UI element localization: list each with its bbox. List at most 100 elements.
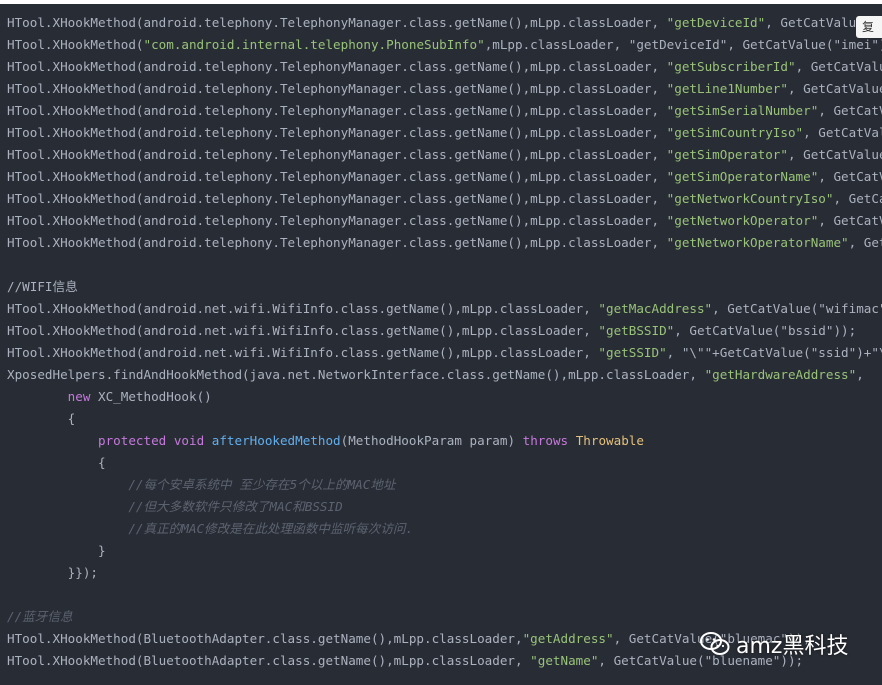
code-string: "getAddress" <box>522 631 614 646</box>
code-string: "getSimOperator" <box>666 147 788 162</box>
code-string: "getSimSerialNumber" <box>666 103 819 118</box>
code-text: HTool.XHookMethod(android.telephony.Tele… <box>7 169 667 184</box>
code-line: } <box>7 540 882 562</box>
code-line: HTool.XHookMethod(android.telephony.Tele… <box>7 188 882 210</box>
code-line: XposedHelpers.findAndHookMethod(java.net… <box>7 364 882 386</box>
code-keyword: throws <box>522 433 569 448</box>
code-line: HTool.XHookMethod(android.telephony.Tele… <box>7 210 882 232</box>
code-line: HTool.XHookMethod(android.telephony.Tele… <box>7 100 882 122</box>
code-string: "com.android.internal.telephony.PhoneSub… <box>143 37 485 52</box>
code-text: , <box>856 367 864 382</box>
code-text: , GetCatValue("simoperator")); <box>787 147 882 162</box>
code-text: , GetCatValue("simcountry")); <box>803 125 882 140</box>
code-string: "getNetworkCountryIso" <box>666 191 834 206</box>
code-text: , GetCatValue("networkoperator")); <box>818 213 882 228</box>
code-line: HTool.XHookMethod(android.telephony.Tele… <box>7 12 882 34</box>
code-text: (MethodHookParam param) <box>340 433 523 448</box>
code-line: HTool.XHookMethod(android.telephony.Tele… <box>7 122 882 144</box>
code-line: HTool.XHookMethod(android.telephony.Tele… <box>7 56 882 78</box>
code-text: HTool.XHookMethod(android.net.wifi.WifiI… <box>7 345 599 360</box>
code-line: }}); <box>7 562 882 584</box>
code-text: , GetCatValue("number")); <box>787 81 882 96</box>
code-string: "getLine1Number" <box>666 81 788 96</box>
code-text: { <box>7 411 76 426</box>
code-comment: //蓝牙信息 <box>7 609 73 624</box>
code-text: , "\""+GetCatValue("ssid")+"\""); <box>666 345 882 360</box>
code-line: HTool.XHookMethod(android.telephony.Tele… <box>7 166 882 188</box>
code-text: { <box>7 455 106 470</box>
code-string: "getName" <box>530 653 599 668</box>
code-text: , GetCatValue("imsi")); <box>795 59 882 74</box>
code-text: HTool.XHookMethod(android.telephony.Tele… <box>7 15 667 30</box>
code-text: }}); <box>7 565 98 580</box>
code-keyword: protected void <box>98 433 205 448</box>
code-line: HTool.XHookMethod(android.telephony.Tele… <box>7 232 882 254</box>
code-text: HTool.XHookMethod(android.telephony.Tele… <box>7 213 667 228</box>
code-line: //WIFI信息 <box>7 276 882 298</box>
copy-button[interactable]: 复制 <box>856 16 882 38</box>
code-string: "getSSID" <box>598 345 667 360</box>
code-text: HTool.XHookMethod(android.telephony.Tele… <box>7 147 667 162</box>
code-line: HTool.XHookMethod("com.android.internal.… <box>7 34 882 56</box>
code-keyword: new <box>67 389 91 404</box>
code-string: "getHardwareAddress" <box>704 367 857 382</box>
code-text: HTool.XHookMethod(android.telephony.Tele… <box>7 125 667 140</box>
code-text: , GetCatValue("wifimac")); <box>712 301 882 316</box>
code-text: HTool.XHookMethod(android.telephony.Tele… <box>7 81 667 96</box>
code-line: HTool.XHookMethod(android.telephony.Tele… <box>7 144 882 166</box>
code-line: //真正的MAC修改是在此处理函数中监听每次访问. <box>7 518 882 540</box>
code-string: "getSimOperatorName" <box>666 169 819 184</box>
code-text: , GetCatValue("simserial")); <box>818 103 882 118</box>
code-text: //WIFI信息 <box>7 279 78 294</box>
code-text: XC_MethodHook() <box>90 389 212 404</box>
wechat-icon <box>700 632 730 655</box>
code-content: HTool.XHookMethod(android.telephony.Tele… <box>0 4 882 672</box>
code-string: "getNetworkOperatorName" <box>666 235 849 250</box>
code-line: HTool.XHookMethod(android.telephony.Tele… <box>7 78 882 100</box>
code-text: HTool.XHookMethod(BluetoothAdapter.class… <box>7 653 531 668</box>
code-block: HTool.XHookMethod(android.telephony.Tele… <box>0 4 882 685</box>
code-line: { <box>7 408 882 430</box>
code-comment: //真正的MAC修改是在此处理函数中监听每次访问. <box>128 521 414 536</box>
code-string: "getSubscriberId" <box>666 59 796 74</box>
code-string: "getMacAddress" <box>598 301 713 316</box>
code-comment: //但大多数软件只修改了MAC和BSSID <box>128 499 343 514</box>
code-line: new XC_MethodHook() <box>7 386 882 408</box>
code-text: , GetCatValue("networkoperatorname")); <box>848 235 882 250</box>
code-text: HTool.XHookMethod(android.telephony.Tele… <box>7 235 667 250</box>
code-line: HTool.XHookMethod(android.net.wifi.WifiI… <box>7 298 882 320</box>
code-string: "getDeviceId" <box>666 15 766 30</box>
code-text: , GetCatValue("simoperatorname")); <box>818 169 882 184</box>
code-text: HTool.XHookMethod( <box>7 37 144 52</box>
code-text: HTool.XHookMethod(android.telephony.Tele… <box>7 59 667 74</box>
code-text: HTool.XHookMethod(android.telephony.Tele… <box>7 103 667 118</box>
code-text: HTool.XHookMethod(android.net.wifi.WifiI… <box>7 323 599 338</box>
watermark: amz黑科技 <box>700 628 848 660</box>
code-line: HTool.XHookMethod(android.net.wifi.WifiI… <box>7 320 882 342</box>
code-text: } <box>7 543 106 558</box>
code-line: { <box>7 452 882 474</box>
code-comment: //每个安卓系统中 至少存在5个以上的MAC地址 <box>128 477 396 492</box>
code-text: HTool.XHookMethod(BluetoothAdapter.class… <box>7 631 523 646</box>
code-text: , GetCatValue("networkcountry")); <box>833 191 882 206</box>
code-text: XposedHelpers.findAndHookMethod(java.net… <box>7 367 705 382</box>
code-function: afterHookedMethod <box>204 433 341 448</box>
code-string: "getBSSID" <box>598 323 675 338</box>
code-line: //但大多数软件只修改了MAC和BSSID <box>7 496 882 518</box>
code-string: "getSimCountryIso" <box>666 125 804 140</box>
code-line: //每个安卓系统中 至少存在5个以上的MAC地址 <box>7 474 882 496</box>
code-text: , GetCatValue("bssid")); <box>674 323 857 338</box>
code-string: "getNetworkOperator" <box>666 213 819 228</box>
code-class: Throwable <box>568 433 644 448</box>
code-text: ,mLpp.classLoader, "getDeviceId", GetCat… <box>484 37 882 52</box>
code-text: HTool.XHookMethod(android.net.wifi.WifiI… <box>7 301 599 316</box>
watermark-text: amz黑科技 <box>736 634 849 659</box>
code-line: //蓝牙信息 <box>7 606 882 628</box>
